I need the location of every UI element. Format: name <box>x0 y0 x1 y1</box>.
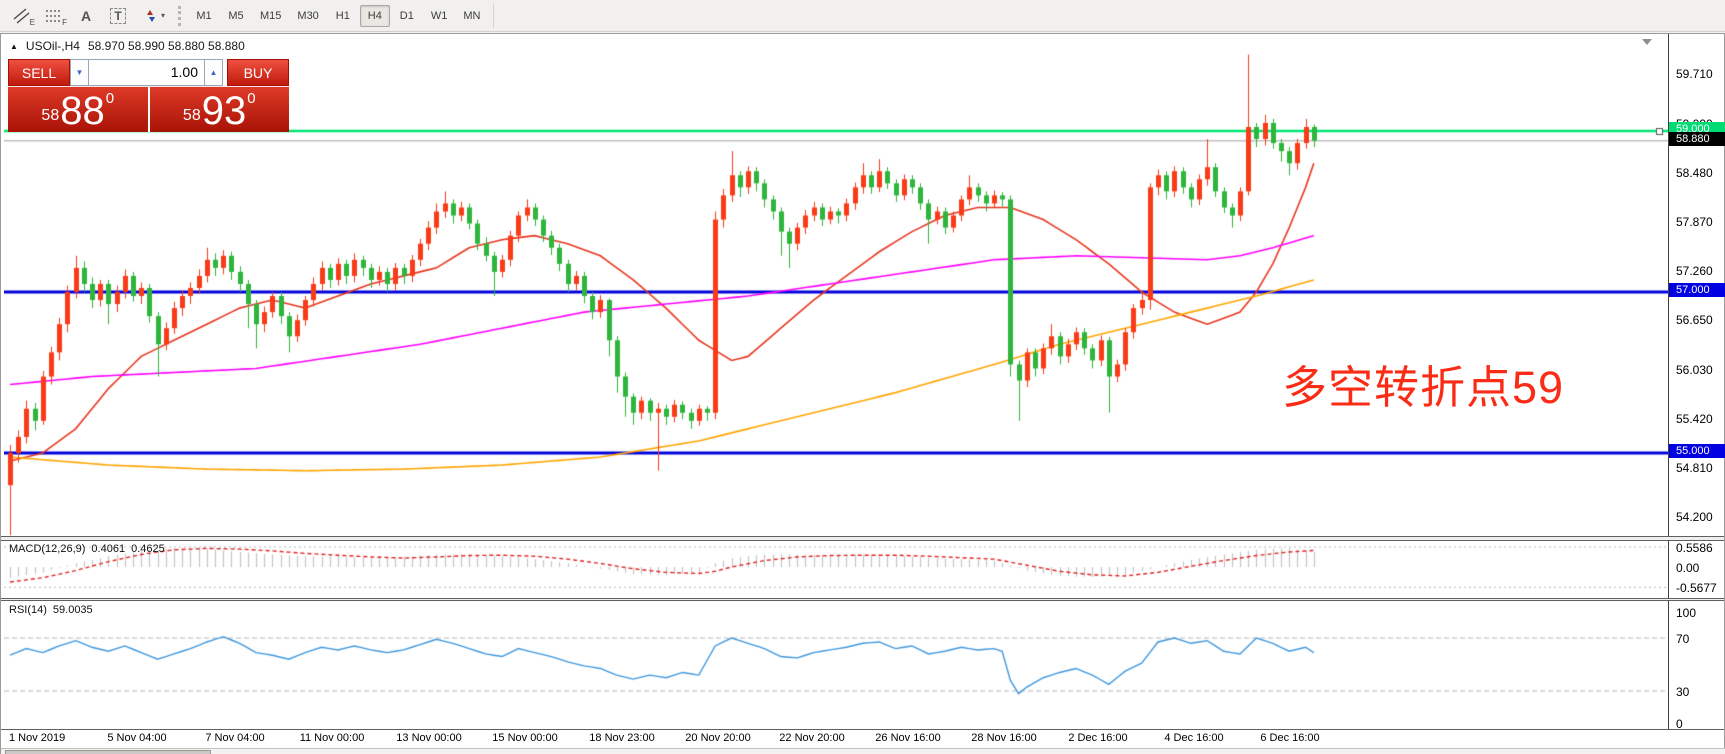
timeframe-m15-button[interactable]: M15 <box>253 5 288 27</box>
rsi-label: RSI(14) 59.0035 <box>9 604 93 616</box>
timeframe-h4-button[interactable]: H4 <box>360 5 390 27</box>
rsi-value: 59.0035 <box>53 604 93 616</box>
price-tick-label: 58.480 <box>1676 166 1713 180</box>
collapse-triangle-icon[interactable]: ▲ <box>10 42 18 51</box>
macd-main-value: 0.4061 <box>91 543 125 555</box>
rsi-bottom-border <box>1 729 1724 730</box>
time-tick-label: 22 Nov 20:00 <box>779 732 844 744</box>
one-click-trading-widget: SELL ▼ 1.00 ▲ BUY 58 88 0 58 93 0 <box>8 59 289 132</box>
time-tick-label: 18 Nov 23:00 <box>589 732 654 744</box>
toolbar-separator <box>493 4 494 28</box>
timeframe-w1-button[interactable]: W1 <box>424 5 455 27</box>
rsi-tick-label: 70 <box>1676 632 1689 646</box>
price-tick-label: 56.650 <box>1676 313 1713 327</box>
macd-signal-value: 0.4625 <box>131 543 165 555</box>
chart-annotation-text[interactable]: 多空转折点59 <box>1282 351 1564 416</box>
time-tick-label: 6 Dec 16:00 <box>1260 732 1319 744</box>
buy-button[interactable]: BUY <box>227 59 289 86</box>
timeframe-d1-button[interactable]: D1 <box>392 5 422 27</box>
price-tick-label: 56.030 <box>1676 363 1713 377</box>
volume-decrease-button[interactable]: ▼ <box>70 59 89 86</box>
sell-button[interactable]: SELL <box>8 59 70 86</box>
ask-price-int: 58 <box>183 108 201 124</box>
timeframe-h1-button[interactable]: H1 <box>328 5 358 27</box>
fibonacci-icon <box>44 7 64 25</box>
chart-title: ▲ USOil-,H4 58.970 58.990 58.880 58.880 <box>10 39 245 53</box>
timeframe-mn-button[interactable]: MN <box>456 5 487 27</box>
horizontal-scrollbar[interactable] <box>1 748 1725 754</box>
spinner-up-icon: ▲ <box>210 68 218 77</box>
trade-quotes-row: 58 88 0 58 93 0 <box>8 86 289 132</box>
arrows-icon <box>143 8 159 24</box>
rsi-tick-label: 100 <box>1676 606 1696 620</box>
tool-sub-letter: F <box>62 18 67 27</box>
macd-tick-label: 0.00 <box>1676 561 1699 575</box>
macd-tick-label: 0.5586 <box>1676 541 1713 555</box>
text-icon: T <box>110 8 125 24</box>
time-tick-label: 20 Nov 20:00 <box>685 732 750 744</box>
bid-price-pips: 88 <box>60 94 105 128</box>
price-tick-label: 59.710 <box>1676 67 1713 81</box>
time-axis[interactable]: 1 Nov 2019 5 Nov 04:00 7 Nov 04:00 11 Nov 0… <box>1 730 1668 748</box>
trade-controls-row: SELL ▼ 1.00 ▲ BUY <box>8 59 289 86</box>
time-tick-label: 13 Nov 00:00 <box>396 732 461 744</box>
arrow-objects-dropdown-button[interactable]: ▾ <box>134 4 174 28</box>
bid-price-point: 0 <box>106 91 114 106</box>
macd-label: MACD(12,26,9) 0.4061 0.4625 <box>9 543 165 555</box>
time-tick-label: 5 Nov 04:00 <box>107 732 166 744</box>
macd-tick-label: -0.5677 <box>1676 581 1717 595</box>
time-tick-label: 1 Nov 2019 <box>9 732 65 744</box>
chart-window: ▲ USOil-,H4 58.970 58.990 58.880 58.880 … <box>0 33 1725 754</box>
ask-price-pips: 93 <box>202 94 247 128</box>
time-tick-label: 11 Nov 00:00 <box>300 732 365 744</box>
scrollbar-thumb[interactable] <box>5 750 211 754</box>
rsi-name: RSI(14) <box>9 604 47 616</box>
chevron-down-icon: ▾ <box>161 11 165 20</box>
price-badge: 57.000 <box>1669 283 1725 297</box>
time-tick-label: 26 Nov 16:00 <box>875 732 940 744</box>
price-axis[interactable]: 59.71059.09058.48057.87057.26056.65056.0… <box>1668 34 1724 729</box>
tool-sub-letter: E <box>30 18 35 27</box>
ask-price-point: 0 <box>247 91 255 106</box>
time-tick-label: 28 Nov 16:00 <box>971 732 1036 744</box>
volume-increase-button[interactable]: ▲ <box>204 59 223 86</box>
price-tick-label: 55.420 <box>1676 412 1713 426</box>
rsi-top-border <box>1 600 1724 601</box>
time-tick-label: 15 Nov 00:00 <box>492 732 557 744</box>
price-tick-label: 54.200 <box>1676 510 1713 524</box>
macd-name: MACD(12,26,9) <box>9 543 85 555</box>
timeframe-m1-button[interactable]: M1 <box>189 5 219 27</box>
mt4-terminal: { "toolbar": { "tools": [ {"name": "equi… <box>0 0 1725 754</box>
price-tick-label: 54.810 <box>1676 461 1713 475</box>
top-toolbar: E F A T ▾ M1 M5 M15 M30 H1 H4 D1 W1 MN <box>0 0 1725 32</box>
price-shift-marker[interactable] <box>1642 39 1652 45</box>
macd-top-border <box>1 540 1724 541</box>
ohlc-values: 58.970 58.990 58.880 58.880 <box>88 39 245 53</box>
timeframe-m30-button[interactable]: M30 <box>290 5 325 27</box>
time-tick-label: 7 Nov 04:00 <box>205 732 264 744</box>
timeframe-m5-button[interactable]: M5 <box>221 5 251 27</box>
rsi-tick-label: 30 <box>1676 685 1689 699</box>
fibonacci-tool-button[interactable]: F <box>38 4 70 28</box>
toolbar-drag-handle[interactable] <box>178 6 184 26</box>
bid-price-int: 58 <box>41 108 59 124</box>
bid-price-button[interactable]: 58 88 0 <box>8 87 150 132</box>
volume-input[interactable]: 1.00 <box>89 59 204 86</box>
price-tick-label: 57.260 <box>1676 264 1713 278</box>
time-tick-label: 4 Dec 16:00 <box>1164 732 1223 744</box>
equidistant-channel-tool-button[interactable]: E <box>6 4 38 28</box>
price-tick-label: 57.870 <box>1676 215 1713 229</box>
text-label-icon: A <box>81 8 91 24</box>
price-badge: 58.880 <box>1669 132 1725 146</box>
price-badge: 55.000 <box>1669 444 1725 458</box>
symbol-period-label: USOil-,H4 <box>26 39 80 53</box>
text-tool-button[interactable]: T <box>102 4 134 28</box>
ask-price-button[interactable]: 58 93 0 <box>150 87 290 132</box>
text-label-tool-button[interactable]: A <box>70 4 102 28</box>
time-tick-label: 2 Dec 16:00 <box>1068 732 1127 744</box>
spinner-down-icon: ▼ <box>76 68 84 77</box>
